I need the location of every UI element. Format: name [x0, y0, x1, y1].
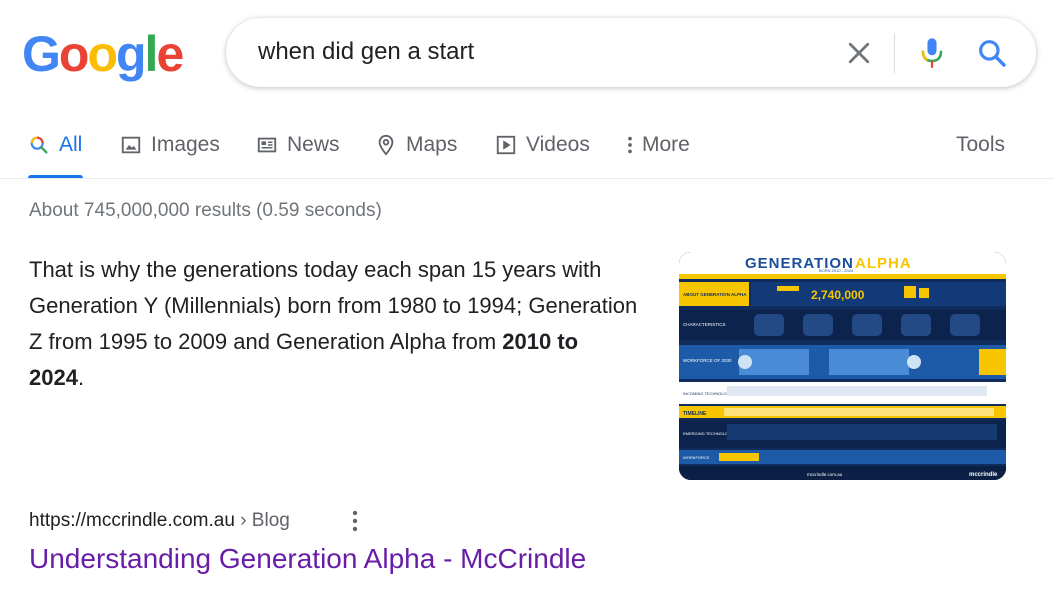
result-title-link[interactable]: Understanding Generation Alpha - McCrind…: [29, 543, 586, 575]
thumb-brand: mccrindle: [969, 472, 998, 478]
more-options-icon[interactable]: [345, 508, 365, 534]
tab-all[interactable]: All: [28, 130, 82, 160]
thumb-label: EMERGING TECHNOLOGY: [683, 431, 734, 436]
logo-letter: e: [156, 26, 184, 82]
logo-letter: o: [87, 26, 118, 82]
logo-letter: o: [58, 26, 90, 82]
thumb-label: TIMELINE: [683, 411, 707, 417]
tab-videos[interactable]: Videos: [495, 130, 590, 160]
result-url[interactable]: https://mccrindle.com.au › Blog: [29, 510, 290, 532]
logo-letter: l: [144, 26, 159, 82]
thumb-label: WORKFORCE: [683, 455, 710, 460]
tab-label: Images: [151, 133, 220, 156]
snippet-tail: .: [77, 365, 85, 390]
logo-letter: g: [116, 26, 147, 82]
search-box[interactable]: when did gen a start: [226, 18, 1036, 87]
search-tabs: All Images News Maps Videos More Tools: [0, 120, 1054, 178]
result-stats: About 745,000,000 results (0.59 seconds): [29, 200, 382, 221]
tab-label: Maps: [406, 133, 458, 156]
map-pin-icon: [378, 134, 394, 156]
thumb-label: ABOUT GENERATION ALPHA: [683, 292, 747, 297]
result-breadcrumb: › Blog: [234, 510, 290, 531]
tab-news[interactable]: News: [256, 130, 340, 160]
thumb-label: INCOMING TECHNOLOGY: [683, 391, 733, 396]
tab-label: More: [642, 133, 690, 156]
play-icon: [496, 135, 516, 155]
tab-label: Videos: [526, 133, 590, 156]
thumb-footer: mccrindle.com.au: [807, 472, 843, 477]
google-logo[interactable]: Google: [22, 26, 184, 82]
snippet-thumbnail[interactable]: GENERATION ALPHA BORN 2010 - 2024 ABOUT …: [679, 252, 1006, 480]
search-divider: [894, 33, 895, 73]
tabs-divider: [0, 178, 1054, 179]
vertical-dots-icon: [628, 136, 632, 154]
thumb-label: WORKFORCE OF 2030: [683, 358, 732, 363]
search-input[interactable]: when did gen a start: [258, 38, 474, 66]
thumb-subtitle: BORN 2010 - 2024: [819, 268, 854, 273]
image-icon: [121, 136, 141, 154]
microphone-icon[interactable]: [918, 36, 946, 70]
tab-label: News: [287, 133, 340, 156]
tab-more[interactable]: More: [624, 130, 690, 160]
search-icon: [30, 136, 48, 154]
tab-maps[interactable]: Maps: [375, 130, 457, 160]
thumb-big-number: 2,740,000: [811, 288, 865, 302]
featured-snippet-text: That is why the generations today each s…: [29, 252, 639, 396]
news-icon: [257, 137, 277, 153]
thumb-label: CHARACTERISTICS: [683, 322, 726, 327]
tools-button[interactable]: Tools: [956, 130, 1005, 160]
thumb-title-b: ALPHA: [855, 255, 912, 272]
result-domain: https://mccrindle.com.au: [29, 510, 235, 531]
logo-letter: G: [22, 26, 61, 82]
search-icon[interactable]: [976, 37, 1008, 69]
close-icon[interactable]: [844, 38, 874, 68]
tools-label: Tools: [956, 133, 1006, 156]
tab-images[interactable]: Images: [120, 130, 220, 160]
tab-label: All: [59, 133, 83, 156]
